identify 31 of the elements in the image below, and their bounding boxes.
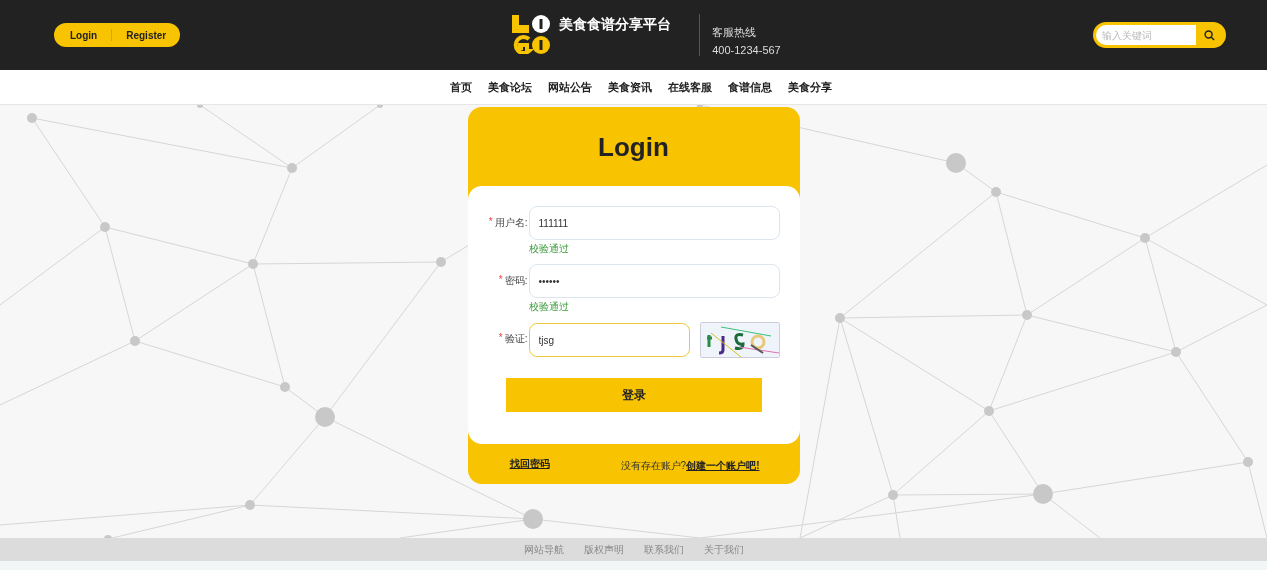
signup-link[interactable]: 创建一个账户吧! [686,460,760,471]
field-label: 用户名: [494,216,528,230]
required-mark: * [498,332,503,343]
forgot-password-link[interactable]: 找回密码 [509,457,550,471]
login-button[interactable]: 登录 [505,378,762,412]
login-link[interactable]: Login [70,29,98,41]
input-field[interactable]: •••••• [528,264,780,298]
hotline-number: 400-1234-567 [712,44,781,56]
site-title: 美食食谱分享平台 [559,16,672,34]
required-mark: * [488,216,493,227]
hotline-label: 客服热线 [712,25,758,40]
nav-link[interactable]: 美食分享 [787,79,832,95]
login-title: Login [597,131,670,164]
required-mark: * [498,274,503,285]
logo-icon [511,14,552,54]
field-label: 验证: [504,332,528,346]
captcha-field[interactable]: tjsg [528,323,690,357]
field-label: 密码: [504,274,528,288]
nav-link[interactable]: 在线客服 [667,79,712,95]
nav-link[interactable]: 美食论坛 [487,79,532,95]
nav-link[interactable]: 美食资讯 [607,79,652,95]
signup-prompt: 没有存在账户? [620,460,687,471]
register-link[interactable]: Register [126,29,167,41]
validation-message: 校验通过 [528,300,570,314]
search-field[interactable]: 输入关键词 [1093,22,1226,48]
input-field[interactable]: 111111 [528,206,780,240]
nav-link[interactable]: 食谱信息 [727,79,772,95]
nav-link[interactable]: 首页 [449,79,472,95]
search-icon [1204,29,1215,41]
nav-link[interactable]: 网站公告 [547,79,592,95]
validation-message: 校验通过 [528,242,570,256]
